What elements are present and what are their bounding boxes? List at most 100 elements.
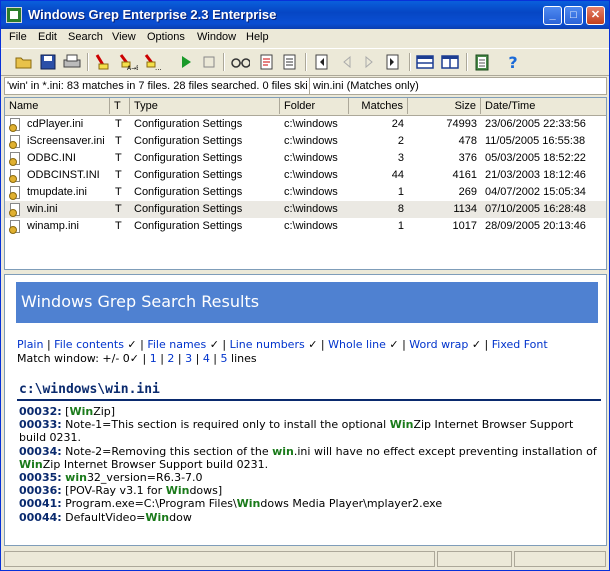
cell-folder: c:\windows: [284, 203, 338, 215]
file-text-icon[interactable]: [257, 53, 277, 71]
menu-view[interactable]: View: [112, 31, 136, 43]
vertical-split-icon[interactable]: [440, 53, 460, 71]
close-button[interactable]: ✕: [586, 6, 605, 25]
next-icon[interactable]: [359, 53, 379, 71]
cell-matches: 1: [397, 186, 404, 198]
column-matches[interactable]: Matches: [349, 98, 408, 114]
cell-name: ODBC.INI: [27, 152, 76, 164]
ini-file-icon: [9, 118, 23, 132]
file-list-header: Name T Type Folder Matches Size Date/Tim…: [5, 98, 606, 116]
cell-folder: c:\windows: [284, 118, 338, 130]
option-link[interactable]: File names: [147, 338, 206, 351]
help-icon[interactable]: ?: [503, 53, 523, 72]
cell-folder: c:\windows: [284, 220, 338, 232]
line-text: .ini will have no effect except preventi…: [293, 444, 597, 458]
status-panel-3: [514, 551, 606, 567]
option-link[interactable]: File contents: [54, 338, 124, 351]
match-highlight: Win: [389, 418, 414, 432]
prev-icon[interactable]: [337, 53, 357, 71]
maximize-button[interactable]: □: [564, 6, 583, 25]
match-window-link[interactable]: 1: [150, 352, 157, 365]
match-highlight: Win: [236, 497, 261, 511]
table-row[interactable]: iScreensaver.ini T Configuration Settings c…: [5, 133, 606, 150]
line-text: dows Media Player\mplayer2.exe: [260, 497, 443, 511]
match-window-link[interactable]: 3: [185, 352, 192, 365]
match-line: 00032: [WinZip]: [19, 405, 603, 418]
first-icon[interactable]: [312, 53, 332, 71]
cell-matches: 2: [397, 135, 404, 147]
cell-t: T: [115, 203, 122, 215]
open-folder-icon[interactable]: [14, 53, 34, 71]
menu-help[interactable]: Help: [246, 31, 269, 43]
line-text: DefaultVideo=: [65, 510, 146, 524]
menu-search[interactable]: Search: [68, 31, 103, 43]
cell-matches: 8: [397, 203, 404, 215]
print-icon[interactable]: [62, 53, 82, 71]
cell-size: 478: [458, 135, 477, 147]
toolbar-separator: [409, 53, 411, 71]
match-window-link[interactable]: 4: [203, 352, 210, 365]
table-row[interactable]: ODBCINST.INI T Configuration Settings c:\wi…: [5, 167, 606, 184]
line-number: 00044:: [19, 510, 62, 524]
match-window-link[interactable]: 5: [221, 352, 228, 365]
menu-edit[interactable]: Edit: [38, 31, 57, 43]
match-highlight: win: [272, 444, 294, 458]
cell-folder: c:\windows: [284, 169, 338, 181]
line-number: 00033:: [19, 418, 62, 432]
file-list[interactable]: Name T Type Folder Matches Size Date/Tim…: [4, 97, 607, 270]
stop-icon[interactable]: [199, 53, 219, 71]
search-summary: 'win' in *.ini: 83 matches in 7 files. 2…: [7, 80, 307, 92]
menu-bar: File Edit Search View Options Window Hel…: [1, 29, 609, 47]
cell-type: Configuration Settings: [134, 220, 243, 232]
table-row[interactable]: winamp.ini T Configuration Settings c:\wind…: [5, 218, 606, 235]
replace-icon[interactable]: A→B: [118, 53, 138, 71]
option-link[interactable]: Plain: [17, 338, 43, 351]
option-link[interactable]: Word wrap: [409, 338, 468, 351]
table-row[interactable]: ODBC.INI T Configuration Settings c:\window…: [5, 150, 606, 167]
line-text: dows]: [189, 484, 223, 498]
menu-window[interactable]: Window: [197, 31, 236, 43]
results-heading: Windows Grep Search Results: [21, 292, 260, 311]
column-folder[interactable]: Folder: [280, 98, 349, 114]
notepad-icon[interactable]: [472, 53, 492, 71]
cell-size: 1134: [453, 203, 477, 215]
menu-file[interactable]: File: [9, 31, 27, 43]
save-icon[interactable]: [38, 53, 58, 71]
file-contents-icon[interactable]: [280, 53, 300, 71]
match-highlight: win: [65, 471, 87, 485]
minimize-button[interactable]: _: [543, 6, 562, 25]
display-options: Plain | File contents ✓ | File names ✓ |…: [17, 338, 548, 351]
last-icon[interactable]: [383, 53, 403, 71]
cell-date: 04/07/2002 15:05:34: [485, 186, 586, 198]
glasses-icon[interactable]: [230, 53, 250, 71]
cell-name: tmupdate.ini: [27, 186, 87, 198]
menu-options[interactable]: Options: [147, 31, 185, 43]
table-row[interactable]: tmupdate.ini T Configuration Settings c:\wi…: [5, 184, 606, 201]
results-options: Plain | File contents ✓ | File names ✓ |…: [17, 338, 602, 366]
column-type[interactable]: Type: [130, 98, 280, 114]
cell-name: win.ini: [27, 203, 58, 215]
match-window-link[interactable]: 2: [167, 352, 174, 365]
table-row[interactable]: win.ini T Configuration Settings c:\windows…: [5, 201, 606, 218]
table-row[interactable]: cdPlayer.ini T Configuration Settings c:\wi…: [5, 116, 606, 133]
option-link[interactable]: Line numbers: [230, 338, 305, 351]
match-lines: 00032: [WinZip] 00033: Note-1=This sectio…: [19, 405, 603, 524]
column-name[interactable]: Name: [5, 98, 110, 114]
column-size[interactable]: Size: [408, 98, 481, 114]
run-icon[interactable]: [176, 53, 196, 71]
cell-folder: c:\windows: [284, 135, 338, 147]
title-bar[interactable]: Windows Grep Enterprise 2.3 Enterprise _…: [1, 1, 609, 29]
column-datetime[interactable]: Date/Time: [481, 98, 606, 114]
search-wizard-icon[interactable]: [93, 53, 113, 71]
search-summary-bar: 'win' in *.ini: 83 matches in 7 files. 2…: [4, 77, 607, 95]
option-link[interactable]: Whole line: [328, 338, 386, 351]
cell-folder: c:\windows: [284, 152, 338, 164]
column-t[interactable]: T: [110, 98, 130, 114]
cell-type: Configuration Settings: [134, 186, 243, 198]
app-icon[interactable]: [6, 7, 22, 23]
option-link[interactable]: Fixed Font: [492, 338, 548, 351]
status-panel-main: [4, 551, 435, 567]
search-icon[interactable]: ...: [143, 53, 163, 71]
horizontal-split-icon[interactable]: [415, 53, 435, 71]
cell-size: 74993: [446, 118, 477, 130]
